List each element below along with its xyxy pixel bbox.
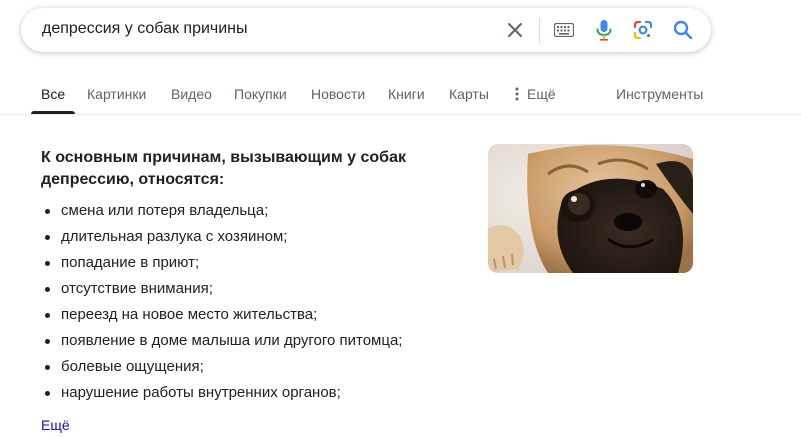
search-bar[interactable]: депрессия у собак причины: [21, 8, 711, 52]
pug-image[interactable]: [488, 144, 693, 273]
list-item: переезд на новое место жительства;: [41, 304, 402, 330]
list-item: отсутствие внимания;: [41, 278, 402, 304]
list-item: появление в доме малыша или другого пито…: [41, 330, 402, 356]
search-icon[interactable]: [671, 18, 695, 42]
tab-books[interactable]: Книги: [388, 86, 425, 102]
tab-video[interactable]: Видео: [171, 86, 212, 102]
list-item: болевые ощущения;: [41, 356, 402, 382]
tab-shopping[interactable]: Покупки: [234, 86, 287, 102]
list-item: попадание в приют;: [41, 252, 402, 278]
google-lens-icon[interactable]: [631, 18, 655, 42]
tab-maps[interactable]: Карты: [449, 86, 489, 102]
list-item: смена или потеря владельца;: [41, 200, 402, 226]
tab-images[interactable]: Картинки: [87, 86, 146, 102]
search-input[interactable]: депрессия у собак причины: [42, 20, 248, 38]
list-item: нарушение работы внутренних органов;: [41, 382, 402, 408]
answer-list: смена или потеря владельца; длительная р…: [41, 200, 402, 408]
tab-news[interactable]: Новости: [311, 86, 365, 102]
more-link[interactable]: Ещё: [41, 417, 70, 433]
more-vert-icon: [515, 87, 519, 101]
close-icon[interactable]: [503, 18, 527, 42]
tab-more[interactable]: Ещё: [515, 86, 556, 102]
tabs-divider: [0, 114, 801, 115]
list-item: длительная разлука с хозяином;: [41, 226, 402, 252]
tab-more-label: Ещё: [527, 86, 556, 102]
microphone-icon[interactable]: [592, 18, 616, 42]
keyboard-icon[interactable]: [552, 18, 576, 42]
search-divider: [539, 18, 540, 44]
search-tabs: Все Картинки Видео Покупки Новости Книги…: [0, 84, 801, 114]
answer-title: К основным причинам, вызывающим у собак …: [41, 149, 406, 188]
tab-all[interactable]: Все: [41, 86, 65, 102]
tab-tools[interactable]: Инструменты: [616, 86, 703, 102]
